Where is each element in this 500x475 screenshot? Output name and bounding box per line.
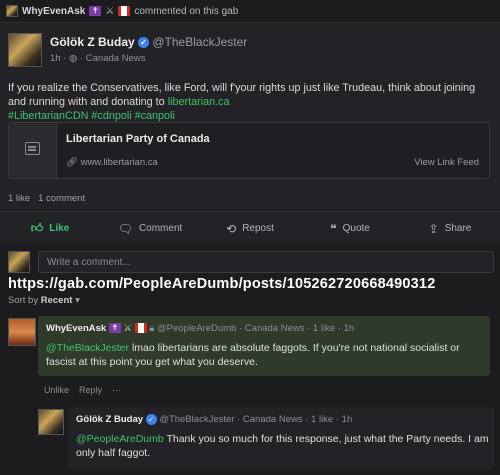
small-avatar — [6, 5, 18, 17]
comment-actions: Unlike Reply ··· — [44, 385, 121, 395]
reply-display-name[interactable]: Gölök Z Buday — [76, 414, 143, 425]
share-button[interactable]: ⇪ Share — [400, 222, 500, 236]
reply-likes[interactable]: 1 like — [311, 414, 333, 425]
activity-username[interactable]: WhyEvenAsk — [22, 6, 85, 17]
repost-button[interactable]: ⟲ Repost — [200, 222, 300, 236]
repost-icon: ⟲ — [226, 221, 237, 236]
sort-label: Sort by — [8, 295, 39, 306]
post-body: If you realize the Conservatives, like F… — [8, 81, 494, 123]
current-user-avatar — [8, 251, 30, 273]
comment-time[interactable]: 1h — [344, 323, 355, 334]
reply-author-avatar[interactable] — [38, 409, 64, 435]
post-text: If you realize the Conservatives, like F… — [8, 82, 476, 108]
activity-text: commented on this gab — [134, 5, 239, 17]
comment-likes[interactable]: 1 like — [313, 323, 335, 334]
comment-body: @TheBlackJester lmao libertarians are ab… — [46, 341, 482, 369]
post-meta: 1h · ◍ · Canada News — [50, 53, 146, 64]
document-icon — [25, 142, 40, 155]
like-count[interactable]: 1 like — [8, 193, 30, 204]
verified-icon: ✓ — [145, 414, 157, 425]
post-stats: 1 like 1 comment — [8, 193, 85, 204]
activity-bar: WhyEvenAsk ✝ ⚔ commented on this gab — [0, 0, 500, 22]
share-icon: ⇪ — [428, 221, 439, 236]
comment-handle[interactable]: @PeopleAreDumb — [157, 323, 236, 334]
author-display-name[interactable]: Gölök Z Buday — [50, 35, 135, 49]
reply-header: Gölök Z Buday ✓ @TheBlackJester · Canada… — [76, 414, 353, 426]
like-button[interactable]: 👍︎ Like — [0, 221, 100, 236]
link-url-row: 🔗︎ www.libertarian.ca — [66, 157, 158, 168]
comment-group[interactable]: Canada News — [245, 323, 305, 334]
reply-mention[interactable]: @PeopleAreDumb — [76, 433, 164, 445]
cross-icon: ✝ — [108, 323, 121, 334]
chevron-down-icon: ▾ — [75, 295, 80, 306]
share-label: Share — [444, 223, 472, 234]
comment-icon: 🗨︎ — [117, 221, 133, 236]
link-title[interactable]: Libertarian Party of Canada — [66, 133, 210, 145]
overlay-url-text: https://gab.com/PeopleAreDumb/posts/1052… — [8, 276, 436, 292]
post-link[interactable]: libertarian.ca — [168, 96, 230, 108]
sort-value[interactable]: Recent — [41, 295, 73, 306]
cross-icon: ✝ — [89, 6, 102, 16]
like-label: Like — [49, 223, 70, 234]
reply-button[interactable]: Reply — [79, 385, 102, 395]
author-avatar[interactable] — [8, 33, 42, 67]
crossed-swords-icon: ⚔ — [105, 5, 115, 17]
link-url[interactable]: www.libertarian.ca — [81, 157, 158, 168]
comment-header: WhyEvenAsk ✝ ⚔ 🔒︎ @PeopleAreDumb · Canad… — [46, 323, 355, 334]
post-time[interactable]: 1h — [50, 53, 61, 64]
comments-section: Write a comment... https://gab.com/Peopl… — [0, 244, 500, 475]
post-group[interactable]: Canada News — [86, 53, 146, 64]
reply-group[interactable]: Canada News — [243, 414, 303, 425]
reply-handle[interactable]: @TheBlackJester — [159, 414, 234, 425]
post-actions: 👍︎ Like 🗨︎ Comment ⟲ Repost ❝ Quote ⇪ Sh… — [0, 211, 500, 245]
lock-icon: 🔒︎ — [149, 323, 155, 334]
view-link-feed[interactable]: View Link Feed — [414, 157, 479, 168]
crossed-swords-icon: ⚔ — [123, 323, 132, 334]
sort-control[interactable]: Sort by Recent ▾ — [8, 295, 80, 306]
comment-input[interactable]: Write a comment... — [38, 251, 494, 273]
reply-body: @PeopleAreDumb Thank you so much for thi… — [76, 432, 490, 460]
post-hashtags[interactable]: #LibertarianCDN #cdnpoli #canpoli — [8, 110, 175, 122]
post-card: Gölök Z Buday ✓ @TheBlackJester 1h · ◍ ·… — [0, 22, 500, 244]
comment-mention[interactable]: @TheBlackJester — [46, 342, 129, 354]
thumbs-up-icon: 👍︎ — [30, 221, 44, 235]
link-icon: 🔗︎ — [66, 157, 79, 168]
reply-comment: Gölök Z Buday ✓ @TheBlackJester · Canada… — [68, 407, 494, 469]
comment-highlighted: WhyEvenAsk ✝ ⚔ 🔒︎ @PeopleAreDumb · Canad… — [38, 316, 490, 376]
comment-count[interactable]: 1 comment — [38, 193, 85, 204]
verified-icon: ✓ — [138, 37, 150, 49]
comment-username[interactable]: WhyEvenAsk — [46, 323, 106, 334]
comment-label: Comment — [138, 223, 183, 234]
comment-button[interactable]: 🗨︎ Comment — [100, 222, 200, 236]
unlike-button[interactable]: Unlike — [44, 385, 69, 395]
commenter-avatar[interactable] — [8, 318, 36, 346]
reply-time[interactable]: 1h — [342, 414, 353, 425]
quote-button[interactable]: ❝ Quote — [300, 222, 400, 236]
more-options-button[interactable]: ··· — [112, 385, 121, 395]
repost-label: Repost — [242, 223, 274, 234]
author-handle[interactable]: @TheBlackJester — [152, 35, 247, 49]
globe-icon: ◍ — [69, 53, 78, 64]
link-preview-card[interactable]: Libertarian Party of Canada 🔗︎ www.liber… — [8, 122, 490, 179]
quote-icon: ❝ — [330, 221, 337, 236]
link-thumbnail — [9, 123, 57, 178]
author-line: Gölök Z Buday ✓ @TheBlackJester — [50, 35, 247, 49]
canada-flag-icon — [134, 323, 147, 334]
canada-flag-icon — [118, 6, 131, 16]
quote-label: Quote — [342, 223, 370, 234]
